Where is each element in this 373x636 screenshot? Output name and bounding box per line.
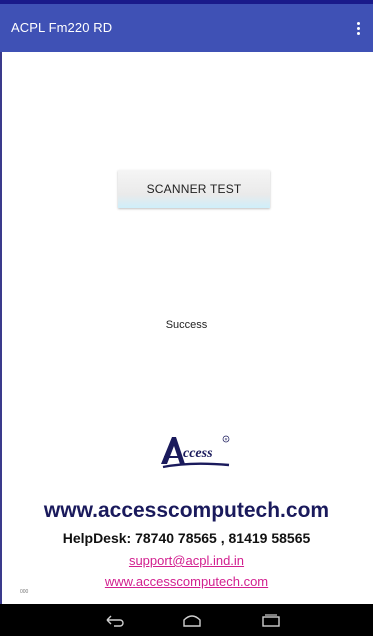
home-icon[interactable]	[175, 608, 209, 632]
footnote-mark: 000	[20, 589, 29, 595]
access-logo: ccess R	[161, 435, 230, 469]
more-vert-icon[interactable]	[349, 16, 367, 40]
app-bar: ACPL Fm220 RD	[0, 4, 373, 52]
navigation-bar	[0, 604, 373, 636]
back-icon[interactable]	[98, 608, 132, 632]
helpdesk-numbers: HelpDesk: 78740 78565 , 81419 58565	[62, 530, 311, 546]
svg-text:ccess: ccess	[183, 446, 213, 461]
app-title: ACPL Fm220 RD	[11, 20, 113, 35]
recents-icon[interactable]	[254, 608, 288, 632]
svg-text:R: R	[225, 437, 228, 442]
scanner-test-button[interactable]: SCANNER TEST	[118, 170, 270, 208]
support-email-link[interactable]: support@acpl.ind.in	[0, 553, 373, 568]
website-headline: www.accesscomputech.com	[43, 499, 330, 522]
website-link[interactable]: www.accesscomputech.com	[0, 574, 373, 589]
status-text: Success	[165, 319, 208, 331]
